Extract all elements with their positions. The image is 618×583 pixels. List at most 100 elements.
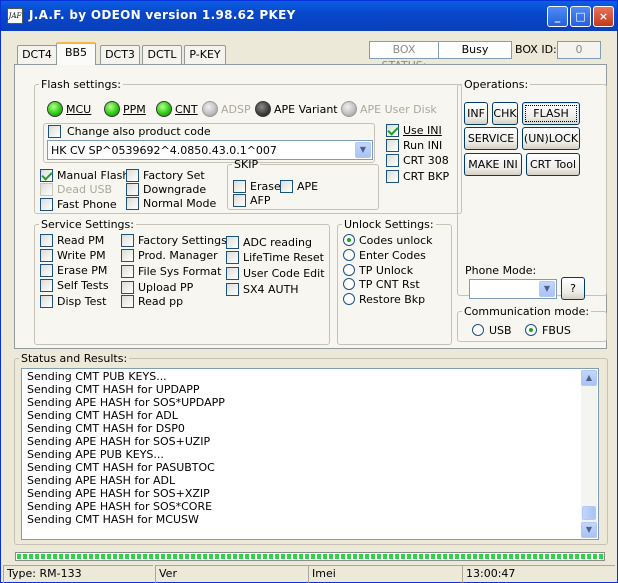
inf-button[interactable]: INF — [464, 102, 488, 125]
upload-pp-box — [121, 280, 134, 294]
skip-afp-checkbox[interactable]: AFP — [233, 193, 271, 207]
ape-variant-label: APE Variant — [274, 102, 338, 116]
manual-flash-label: Manual Flash — [57, 168, 130, 182]
mcu-label: MCU — [66, 102, 92, 116]
adc-reading-checkbox[interactable]: ADC reading — [226, 235, 312, 249]
upload-pp-checkbox[interactable]: Upload PP — [121, 280, 193, 294]
scroll-down-icon[interactable]: ▼ — [581, 522, 597, 538]
communication-mode-legend: Communication mode: — [464, 305, 590, 318]
read-pm-box — [40, 233, 53, 247]
read-pm-label: Read PM — [57, 233, 105, 247]
read-pm-checkbox[interactable]: Read PM — [40, 233, 104, 247]
box-id-label: BOX ID: — [515, 43, 557, 56]
crt-tool-button[interactable]: CRT Tool — [526, 153, 580, 176]
self-tests-checkbox[interactable]: Self Tests — [40, 278, 109, 292]
unlock-button[interactable]: (UN)LOCK — [522, 127, 580, 150]
log-scrollbar[interactable]: ▲ ▼ — [581, 370, 597, 538]
service-settings-legend: Service Settings: — [41, 218, 134, 231]
normal-mode-checkbox[interactable]: Normal Mode — [126, 196, 216, 210]
close-button[interactable]: × — [593, 6, 614, 27]
dead-usb-checkbox[interactable]: Dead USB — [40, 182, 112, 196]
codes-unlock-radio[interactable]: Codes unlock — [343, 233, 433, 247]
read-pp-checkbox[interactable]: Read pp — [121, 294, 183, 308]
tab-bb5[interactable]: BB5 — [56, 42, 96, 65]
tab-dctl[interactable]: DCTL — [142, 45, 182, 64]
crt-bkp-checkbox[interactable]: CRT BKP — [386, 169, 449, 183]
skip-ape-checkbox[interactable]: APE — [280, 179, 318, 193]
ape-user-disk-led-item[interactable]: APE User Disk — [341, 101, 437, 117]
crt308-checkbox[interactable]: CRT 308 — [386, 153, 449, 167]
change-product-code-label: Change also product code — [67, 124, 211, 138]
ppm-led-item[interactable]: PPM — [104, 101, 146, 117]
downgrade-label: Downgrade — [143, 182, 207, 196]
usb-radio[interactable]: USB — [472, 323, 512, 337]
jaf-window: JAF J.A.F. by ODEON version 1.98.62 PKEY… — [0, 0, 618, 583]
user-code-edit-checkbox[interactable]: User Code Edit — [226, 266, 325, 280]
run-ini-checkbox[interactable]: Run INI — [386, 138, 442, 152]
manual-flash-checkbox[interactable]: Manual Flash — [40, 168, 129, 182]
ape-variant-led-item[interactable]: APE Variant — [255, 101, 338, 117]
status-log[interactable]: Sending CMT PUB KEYS... Sending CMT HASH… — [21, 368, 599, 540]
flash-button[interactable]: FLASH — [522, 102, 580, 125]
sx4-auth-checkbox[interactable]: SX4 AUTH — [226, 282, 299, 296]
erase-pm-box — [40, 263, 53, 277]
tp-unlock-radio[interactable]: TP Unlock — [343, 263, 413, 277]
statusbar-ver: Ver — [155, 565, 309, 583]
tp-unlock-dot — [343, 264, 355, 276]
minimize-button[interactable]: _ — [547, 6, 568, 27]
normal-mode-label: Normal Mode — [143, 196, 217, 210]
box-id-field: 0 — [557, 41, 601, 59]
run-ini-label: Run INI — [403, 138, 443, 152]
tab-p-key[interactable]: P-KEY — [184, 45, 226, 64]
cnt-label: CNT — [175, 102, 198, 116]
title-bar[interactable]: JAF J.A.F. by ODEON version 1.98.62 PKEY… — [1, 1, 617, 31]
enter-codes-label: Enter Codes — [359, 248, 426, 262]
adsp-label: ADSP — [221, 102, 251, 116]
self-tests-box — [40, 278, 53, 292]
chevron-down-icon[interactable]: ▼ — [355, 142, 371, 158]
scroll-up-icon[interactable]: ▲ — [581, 370, 597, 386]
write-pm-checkbox[interactable]: Write PM — [40, 248, 106, 262]
phone-mode-combo[interactable]: ▼ — [469, 279, 557, 299]
chevron-down-icon[interactable]: ▼ — [539, 281, 555, 297]
downgrade-checkbox[interactable]: Downgrade — [126, 182, 206, 196]
scroll-thumb[interactable] — [582, 506, 596, 520]
use-ini-label: Use INI — [403, 123, 442, 137]
fbus-radio[interactable]: FBUS — [525, 323, 571, 337]
tab-dct3[interactable]: DCT3 — [100, 45, 140, 64]
erase-pm-checkbox[interactable]: Erase PM — [40, 263, 107, 277]
self-tests-label: Self Tests — [57, 278, 109, 292]
fast-phone-checkbox[interactable]: Fast Phone — [40, 197, 117, 211]
chk-button[interactable]: CHK — [492, 102, 518, 125]
skip-erase-checkbox[interactable]: Erase — [233, 179, 281, 193]
maximize-button[interactable]: □ — [570, 6, 591, 27]
mcu-led-item[interactable]: MCU — [47, 101, 91, 117]
write-pm-box — [40, 248, 53, 262]
log-line: Sending APE HASH for SOS*CORE — [27, 500, 213, 513]
prod-manager-checkbox[interactable]: Prod. Manager — [121, 248, 218, 262]
factory-set-checkbox[interactable]: Factory Set — [126, 168, 205, 182]
statusbar-type: Type: RM-133 — [3, 565, 153, 583]
crt308-label: CRT 308 — [403, 153, 449, 167]
factory-settings-checkbox[interactable]: Factory Settings — [121, 233, 227, 247]
enter-codes-radio[interactable]: Enter Codes — [343, 248, 426, 262]
tp-cnt-rst-radio[interactable]: TP CNT Rst — [343, 277, 420, 291]
file-sys-format-checkbox[interactable]: File Sys Format — [121, 264, 221, 278]
use-ini-checkbox[interactable]: Use INI — [386, 123, 442, 137]
ape-user-disk-label: APE User Disk — [360, 102, 437, 116]
change-product-code-checkbox[interactable]: Change also product code — [48, 124, 214, 138]
restore-bkp-radio[interactable]: Restore Bkp — [343, 292, 425, 306]
service-button[interactable]: SERVICE — [464, 127, 518, 150]
log-line: Sending APE HASH for ADL — [27, 474, 176, 487]
make-ini-button[interactable]: MAKE INI — [464, 153, 522, 176]
tab-dct4[interactable]: DCT4 — [17, 45, 57, 64]
dead-usb-label: Dead USB — [57, 182, 113, 196]
product-code-combo[interactable]: HK CV SP^0539692^4.0850.43.0.1^007 ▼ — [47, 140, 373, 160]
adsp-led-item[interactable]: ADSP — [202, 101, 251, 117]
help-button[interactable]: ? — [561, 277, 585, 300]
file-sys-format-label: File Sys Format — [138, 264, 222, 278]
disp-test-checkbox[interactable]: Disp Test — [40, 294, 106, 308]
skip-afp-box — [233, 193, 246, 207]
cnt-led-item[interactable]: CNT — [156, 101, 198, 117]
lifetime-reset-checkbox[interactable]: LifeTime Reset — [226, 250, 324, 264]
